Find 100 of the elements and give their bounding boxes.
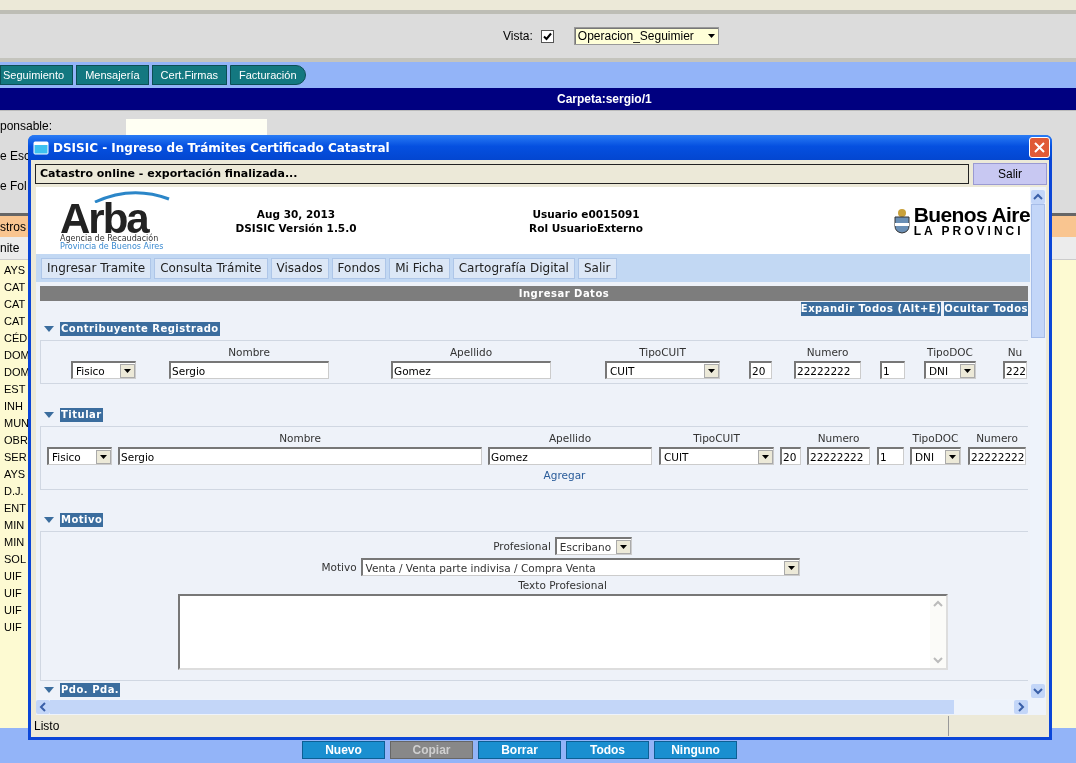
expand-triangle-icon[interactable]	[44, 412, 54, 418]
list-item[interactable]: ENT	[0, 500, 28, 517]
scroll-thumb[interactable]	[1031, 204, 1045, 338]
action-button[interactable]: Nuevo	[302, 741, 385, 759]
dropdown[interactable]: CUIT	[659, 447, 774, 465]
expand-triangle-icon[interactable]	[44, 517, 54, 523]
field-label: TipoCUIT	[693, 431, 740, 445]
caret-icon	[619, 544, 627, 549]
caret-icon	[124, 368, 131, 373]
list-item[interactable]: OBR	[0, 432, 28, 449]
menu-tab[interactable]: Mi Ficha	[389, 257, 450, 279]
status-message: Catastro online - exportación finalizada...	[35, 163, 969, 184]
field-label: Nombre	[228, 345, 270, 359]
text-field[interactable]: 222	[1003, 361, 1027, 379]
date-text: Aug 30, 2013	[255, 206, 337, 221]
nav-tab[interactable]: Cert.Firmas	[151, 65, 228, 85]
field-label: Apellido	[449, 345, 493, 359]
logo-text: Arba	[60, 202, 148, 235]
dropdown[interactable]: Escribano	[554, 537, 632, 555]
field-label: Numero	[817, 431, 860, 445]
menu-tab[interactable]: Cartografía Digital	[452, 257, 575, 279]
section-title[interactable]: Pdo. Pda.	[60, 683, 121, 697]
text-field[interactable]: Sergio	[118, 447, 482, 465]
dropdown[interactable]: CUIT	[605, 361, 720, 379]
text-field[interactable]: 20	[780, 447, 801, 465]
nav-tab[interactable]: Mensajería	[76, 65, 149, 85]
list-item[interactable]: MIN	[0, 534, 28, 551]
menu-tab[interactable]: Salir	[577, 257, 617, 279]
field-label: Apellido	[548, 431, 592, 445]
status-text: Listo	[34, 719, 60, 733]
list-item[interactable]: UIF	[0, 619, 28, 636]
column-header: nite	[0, 241, 20, 255]
text-field[interactable]: 22222222	[968, 447, 1026, 465]
text-field[interactable]: Sergio	[169, 361, 329, 379]
expand-triangle-icon[interactable]	[44, 326, 54, 332]
menu-tab[interactable]: Ingresar Tramite	[41, 257, 152, 279]
list-item[interactable]: UIF	[0, 585, 28, 602]
version-text: DSISIC Versión 1.5.0	[234, 220, 358, 235]
list-item[interactable]: UIF	[0, 602, 28, 619]
scroll-up-icon[interactable]	[1031, 190, 1045, 204]
text-field[interactable]: 1	[877, 447, 904, 465]
panel-header: stros	[0, 219, 26, 234]
action-button[interactable]: Ninguno	[654, 741, 737, 759]
dropdown[interactable]: DNI	[924, 361, 976, 379]
text-field[interactable]: 22222222	[807, 447, 870, 465]
caret-icon	[708, 368, 715, 373]
caret-icon	[707, 34, 715, 38]
checkbox[interactable]	[540, 29, 554, 43]
text-field[interactable]: 20	[749, 361, 772, 379]
caret-icon	[949, 454, 956, 459]
section-title[interactable]: Titular	[60, 408, 103, 422]
add-link[interactable]: Agregar	[483, 469, 586, 481]
section-title[interactable]: Contribuyente Registrado	[60, 322, 220, 336]
dropdown[interactable]: DNI	[910, 447, 961, 465]
dropdown[interactable]: Fisico	[71, 361, 136, 379]
list-item[interactable]: UIF	[0, 568, 28, 585]
scroll-down-icon[interactable]	[1031, 684, 1045, 698]
action-button[interactable]: Todos	[566, 741, 649, 759]
list-item[interactable]: CÉD	[0, 330, 28, 347]
dropdown[interactable]: Venta / Venta parte indivisa / Compra Venta	[360, 558, 800, 576]
menu-tab[interactable]: Visados	[270, 257, 329, 279]
list-item[interactable]: MIN	[0, 517, 28, 534]
menu-tab[interactable]: Consulta Trámite	[154, 257, 268, 279]
dropdown[interactable]: Operacion_Seguimier	[573, 27, 719, 45]
field-label: e Fol	[0, 179, 28, 193]
scroll-left-icon[interactable]	[36, 700, 50, 714]
section-title[interactable]: Motivo	[60, 513, 104, 527]
field-label: Profesional	[493, 540, 551, 552]
logo-subtitle: Provincia de Buenos Aires	[60, 242, 164, 251]
nav-tab[interactable]: Facturación	[230, 65, 306, 85]
menu-tab[interactable]: Fondos	[331, 257, 387, 279]
close-button[interactable]	[1029, 137, 1050, 158]
dropdown[interactable]: Fisico	[47, 447, 112, 465]
text-field[interactable]: Gomez	[391, 361, 551, 379]
list-item[interactable]: AYS	[0, 466, 28, 483]
window-title: DSISIC - Ingreso de Trámites Certificado Catastral	[53, 140, 391, 155]
list-item[interactable]: CAT	[0, 313, 28, 330]
list-item[interactable]: SER	[0, 449, 28, 466]
toggle-link[interactable]: Ocultar Todos	[944, 302, 1028, 316]
text-field[interactable]: Gomez	[488, 447, 652, 465]
text-field[interactable]: 1	[880, 361, 905, 379]
text-field[interactable]: 22222222	[794, 361, 861, 379]
field-label: Nombre	[279, 431, 321, 445]
close-icon	[1034, 142, 1045, 153]
nav-tab[interactable]: Seguimiento	[0, 65, 74, 85]
list-item[interactable]: CAT	[0, 296, 28, 313]
scroll-thumb[interactable]	[50, 700, 954, 714]
list-item[interactable]: MUN	[0, 415, 28, 432]
list-item[interactable]: SOL	[0, 551, 28, 568]
list-item[interactable]: CAT	[0, 279, 28, 296]
expand-triangle-icon[interactable]	[44, 687, 54, 693]
list-item[interactable]: INH	[0, 398, 28, 415]
list-item[interactable]: EST	[0, 381, 28, 398]
field-label: Numero	[976, 431, 1018, 445]
list-item[interactable]: D.J.	[0, 483, 28, 500]
list-item[interactable]: AYS	[0, 262, 28, 279]
scroll-right-icon[interactable]	[1014, 700, 1028, 714]
action-button[interactable]: Borrar	[478, 741, 561, 759]
toggle-link[interactable]: Expandir Todos (Alt+E)	[800, 302, 942, 316]
exit-button[interactable]: Salir	[973, 162, 1047, 185]
